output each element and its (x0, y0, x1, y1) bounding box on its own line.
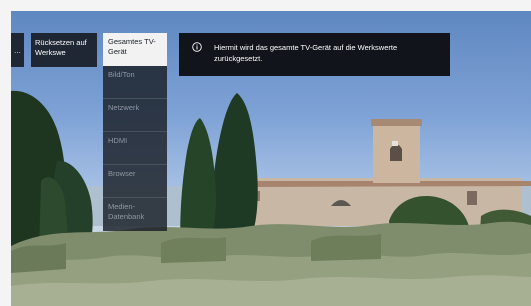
submenu-item-label: HDMI (108, 136, 128, 145)
olive-grove (11, 221, 531, 306)
submenu-item-hdmi[interactable]: HDMI (103, 132, 167, 165)
info-tooltip: Hiermit wird das gesamte TV-Gerät auf di… (179, 33, 450, 76)
church (243, 119, 531, 226)
reset-submenu: Gesamtes TV-Gerät Bild/Ton Netzwerk HDMI… (103, 33, 167, 231)
submenu-item-label: Browser (108, 169, 136, 178)
menu-item-reset-factory[interactable]: Rücksetzen auf Werkswe (31, 33, 97, 58)
submenu-item-label: Bild/Ton (108, 70, 135, 79)
submenu-item-media-database[interactable]: Medien-Datenbank (103, 198, 167, 231)
info-text: Hiermit wird das gesamte TV-Gerät auf di… (214, 43, 398, 63)
tv-screen: ... Rücksetzen auf Werkswe Gesamtes TV-G… (11, 11, 531, 306)
submenu-item-label: Gesamtes TV-Gerät (108, 37, 156, 56)
left-trees (11, 90, 93, 256)
submenu-item-picture-sound[interactable]: Bild/Ton (103, 66, 167, 99)
submenu-item-entire-tv[interactable]: Gesamtes TV-Gerät (103, 33, 167, 66)
submenu-item-network[interactable]: Netzwerk (103, 99, 167, 132)
menu-back-indicator[interactable]: ... (11, 33, 24, 67)
submenu-item-label: Netzwerk (108, 103, 140, 112)
info-circle-icon (192, 42, 202, 52)
reset-menu-column[interactable]: Rücksetzen auf Werkswe (31, 33, 97, 67)
submenu-item-label: Medien-Datenbank (108, 202, 145, 221)
submenu-item-browser[interactable]: Browser (103, 165, 167, 198)
